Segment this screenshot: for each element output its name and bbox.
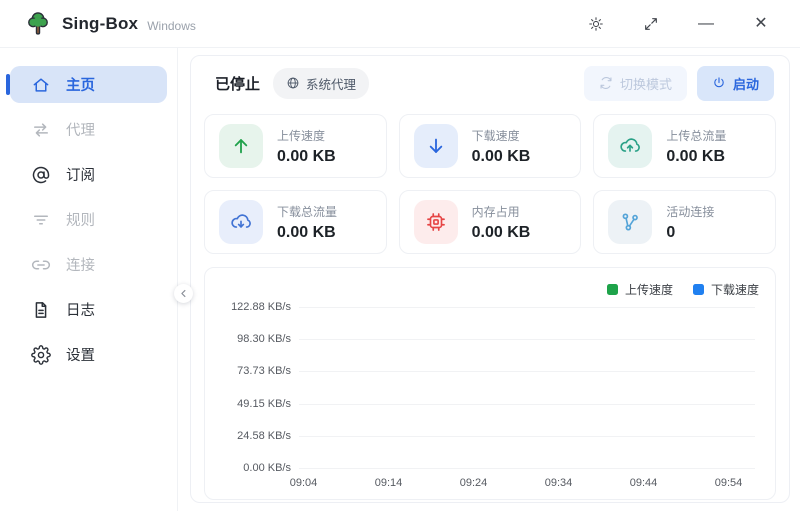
y-tick: 49.15 KB/s [221,398,291,410]
chart-legend: 上传速度 下载速度 [221,280,759,298]
filter-lines-icon [31,210,51,230]
stat-card-upload-speed: 上传速度 0.00 KB [204,114,387,178]
x-tick: 09:24 [431,477,516,489]
theme-toggle-sun-icon[interactable] [587,15,605,33]
globe-icon [286,76,300,90]
status-buttons: 切换模式 启动 [584,66,774,101]
gridline [299,307,755,308]
titlebar: Sing-Box Windows — ✕ [0,0,800,48]
sidebar-collapse-button[interactable] [174,284,193,303]
system-proxy-badge[interactable]: 系统代理 [273,68,369,99]
gridline [299,339,755,340]
y-tick: 73.73 KB/s [221,365,291,377]
sidebar-item-label: 日志 [66,299,95,320]
stat-value: 0.00 KB [666,148,726,166]
arrow-down-icon [414,124,458,168]
legend-label: 上传速度 [625,281,673,298]
gear-icon [31,345,51,365]
x-tick: 09:34 [516,477,601,489]
sidebar-item-settings[interactable]: 设置 [10,336,167,373]
document-icon [31,300,51,320]
switch-mode-label: 切换模式 [620,74,672,93]
gridline [299,404,755,405]
power-icon [712,76,726,90]
start-label: 启动 [733,74,759,93]
app-title: Sing-Box [62,14,138,34]
switch-mode-button[interactable]: 切换模式 [584,66,687,101]
sidebar-item-label: 订阅 [66,164,95,185]
chart-plot-area: 122.88 KB/s 98.30 KB/s 73.73 KB/s 49.15 … [221,306,759,469]
minimize-icon[interactable]: — [697,15,715,33]
stat-label: 下载速度 [472,127,531,144]
sidebar-item-subscription[interactable]: 订阅 [10,156,167,193]
maximize-icon[interactable] [642,15,660,33]
swap-arrows-icon [31,120,51,140]
stat-card-upload-total: 上传总流量 0.00 KB [593,114,776,178]
x-tick: 09:04 [261,477,346,489]
sidebar-item-label: 代理 [66,119,95,140]
stat-value: 0.00 KB [277,224,337,242]
gridline [299,468,755,469]
y-tick: 24.58 KB/s [221,430,291,442]
legend-download-speed: 下载速度 [693,281,759,298]
link-icon [31,255,51,275]
close-icon[interactable]: ✕ [752,15,770,33]
arrow-up-icon [219,124,263,168]
network-branch-icon [608,200,652,244]
sidebar-item-home[interactable]: 主页 [10,66,167,103]
traffic-chart: 上传速度 下载速度 122.88 KB/s 98.30 KB/s 73.73 K… [204,267,776,500]
x-tick: 09:44 [601,477,686,489]
stat-label: 上传速度 [277,127,336,144]
x-tick: 09:14 [346,477,431,489]
status-row: 已停止 系统代理 切换模式 启动 [191,56,789,110]
legend-upload-speed: 上传速度 [607,281,673,298]
stat-value: 0.00 KB [472,224,531,242]
y-tick: 122.88 KB/s [221,301,291,313]
sidebar-item-label: 连接 [66,254,95,275]
x-tick: 09:54 [686,477,771,489]
stat-card-download-total: 下载总流量 0.00 KB [204,190,387,254]
stat-cards: 上传速度 0.00 KB 下载速度 0.00 KB [191,110,789,254]
cloud-download-icon [219,200,263,244]
chevron-left-icon [178,288,189,299]
gridline [299,371,755,372]
stat-label: 内存占用 [472,203,531,220]
stat-value: 0 [666,224,714,242]
system-proxy-label: 系统代理 [306,74,356,93]
upload-swatch-icon [607,284,618,295]
stat-value: 0.00 KB [472,148,531,166]
gridline [299,436,755,437]
window-controls: — ✕ [587,15,770,33]
chart-x-axis: 09:04 09:14 09:24 09:34 09:44 09:54 [221,477,759,489]
status-state: 已停止 [215,73,260,94]
app-logo-tree-icon [24,10,52,38]
at-sign-icon [31,165,51,185]
sidebar-item-label: 规则 [66,209,95,230]
sidebar-item-proxy[interactable]: 代理 [10,111,167,148]
sidebar-item-logs[interactable]: 日志 [10,291,167,328]
stat-label: 上传总流量 [666,127,726,144]
y-tick: 0.00 KB/s [221,462,291,474]
sidebar-item-label: 设置 [66,344,95,365]
cloud-upload-icon [608,124,652,168]
cpu-chip-icon [414,200,458,244]
legend-label: 下载速度 [711,281,759,298]
home-icon [31,75,51,95]
stat-card-download-speed: 下载速度 0.00 KB [399,114,582,178]
y-tick: 98.30 KB/s [221,333,291,345]
sidebar: 主页 代理 订阅 规则 连接 [0,48,178,511]
stat-label: 下载总流量 [277,203,337,220]
download-swatch-icon [693,284,704,295]
sidebar-item-rules[interactable]: 规则 [10,201,167,238]
main-panel: 已停止 系统代理 切换模式 启动 [190,55,790,503]
stat-card-active-connections: 活动连接 0 [593,190,776,254]
start-button[interactable]: 启动 [697,66,774,101]
sidebar-item-label: 主页 [66,74,95,95]
app-subtitle: Windows [147,19,196,33]
refresh-icon [599,76,613,90]
stat-label: 活动连接 [666,203,714,220]
stat-card-memory: 内存占用 0.00 KB [399,190,582,254]
sidebar-item-connections[interactable]: 连接 [10,246,167,283]
stat-value: 0.00 KB [277,148,336,166]
